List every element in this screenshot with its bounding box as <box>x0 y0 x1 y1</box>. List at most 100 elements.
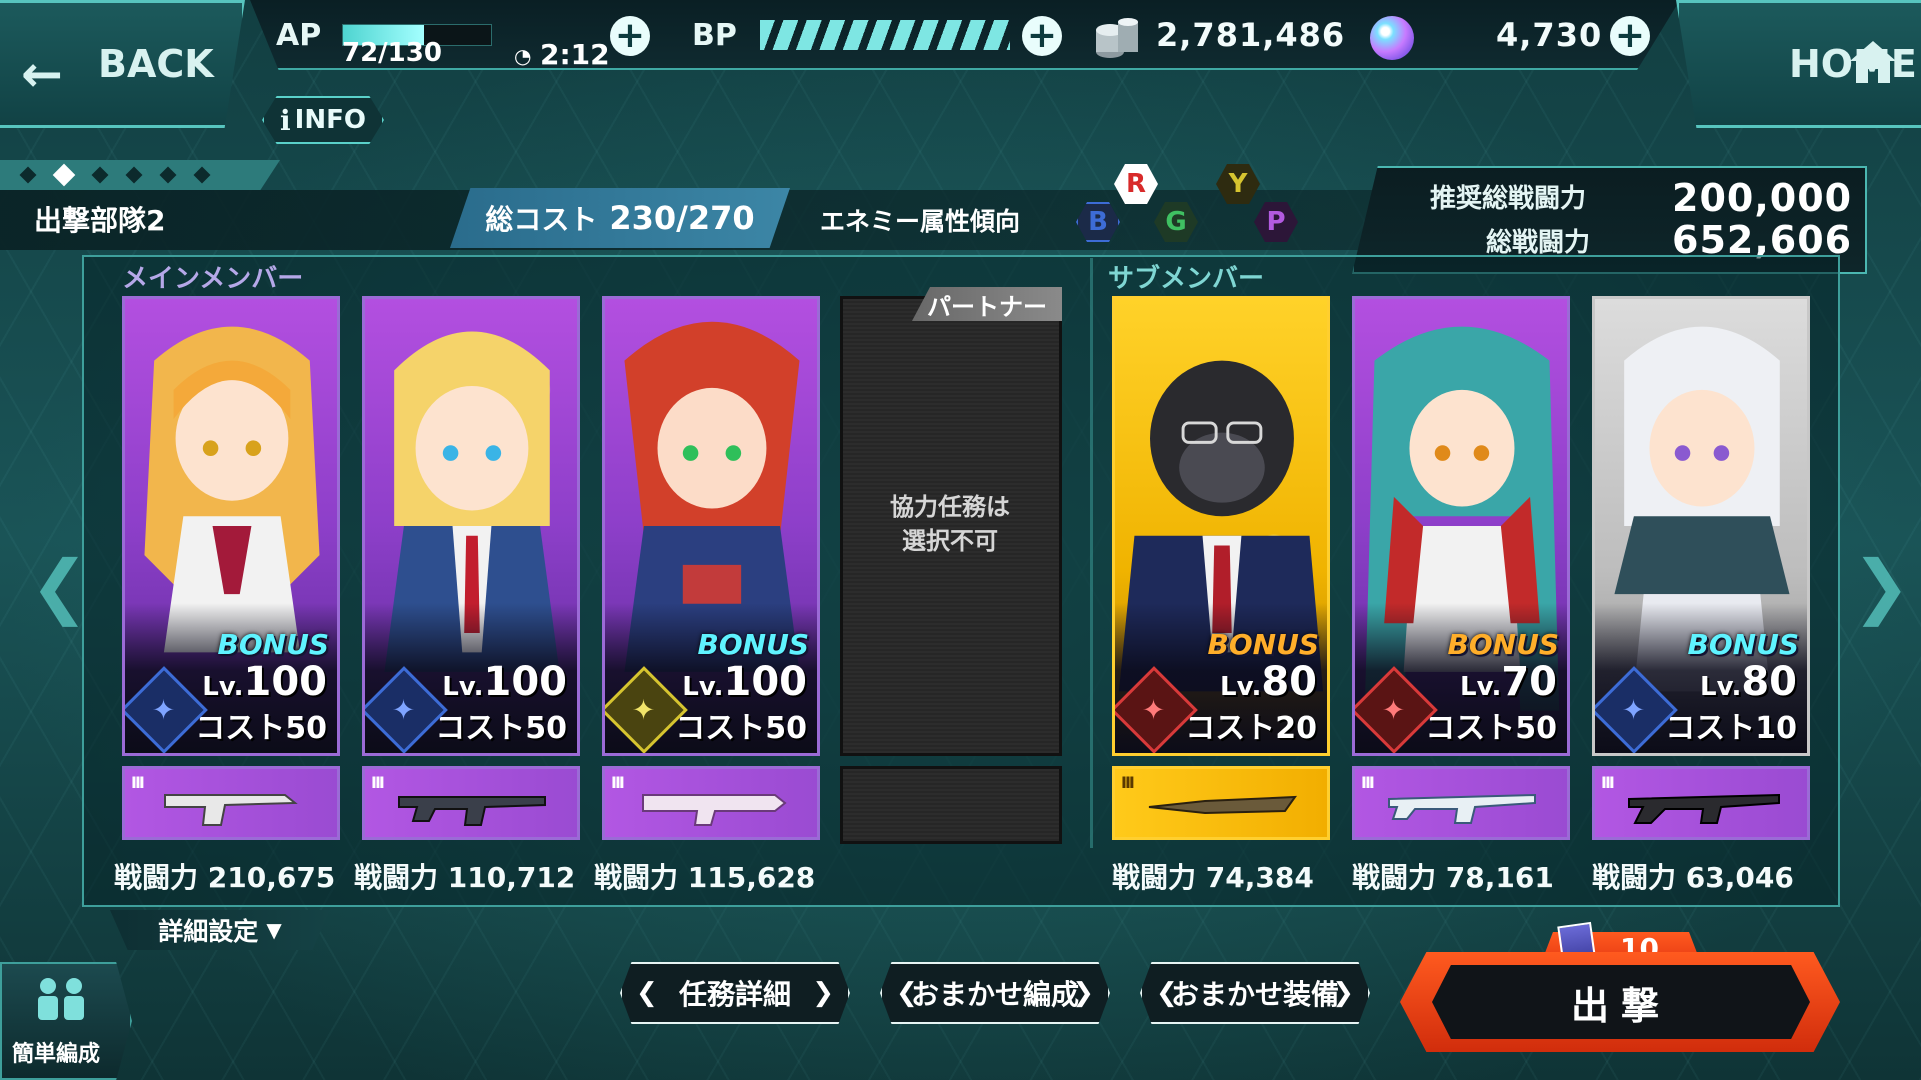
bonus-badge: BONUS <box>217 628 329 661</box>
member-power: 戦闘力 210,675 <box>114 861 336 894</box>
sub-members-label: サブメンバー <box>1108 264 1265 294</box>
gem-add-button[interactable]: + <box>1610 16 1650 56</box>
member-cost: コスト50 <box>675 711 807 746</box>
weapon-slot[interactable]: III <box>1592 766 1810 840</box>
recommended-power-label: 推奨総戦闘力 <box>1430 184 1587 214</box>
back-label: BACK <box>98 42 214 86</box>
level: Lv.80 <box>1700 659 1797 705</box>
member-cost: コスト50 <box>195 711 327 746</box>
clock-icon: ◔ <box>514 44 532 68</box>
mission-detail-button[interactable]: ❮ 任務詳細 ❯ <box>620 962 850 1024</box>
bonus-badge: BONUS <box>1447 628 1559 661</box>
coin-count: 2,781,486 <box>1156 16 1346 54</box>
member-card[interactable]: BONUS Lv.100 コスト50 ✦ <box>602 296 820 756</box>
total-power-row: 総戦闘力 <box>1486 222 1590 259</box>
launcher-icon <box>642 794 787 826</box>
bonus-badge: BONUS <box>1687 628 1799 661</box>
page-dot[interactable] <box>125 166 143 184</box>
sortie-button[interactable]: 出撃 <box>1432 965 1810 1039</box>
weapon-slot[interactable]: III <box>122 766 340 840</box>
member-power: 戦闘力 74,384 <box>1112 861 1314 894</box>
page-dot[interactable] <box>193 166 211 184</box>
page-dot[interactable] <box>19 166 37 184</box>
ap-value: 72/130 <box>342 38 442 68</box>
ap-label: AP <box>276 18 322 53</box>
chevron-left-icon: ❮ <box>636 978 658 1008</box>
back-arrow-icon: ← <box>21 45 63 103</box>
weapon-rank: III <box>1361 773 1375 792</box>
rifle-icon <box>1388 793 1536 824</box>
prev-team-arrow-icon[interactable]: ❮ <box>30 545 89 627</box>
back-button[interactable]: ← BACK <box>0 0 245 128</box>
level: Lv.70 <box>1460 659 1557 705</box>
total-cost-label: 総コスト <box>485 203 598 236</box>
bp-add-button[interactable]: + <box>1022 16 1062 56</box>
level: Lv.100 <box>442 659 567 705</box>
auto-team-label: おまかせ編成 <box>910 978 1079 1011</box>
chevron-down-icon: ▼ <box>266 918 282 942</box>
gem-icon <box>1370 16 1414 60</box>
team-icon <box>38 978 84 1020</box>
team-name: 出撃部隊2 <box>34 204 166 237</box>
total-cost-value: 230/270 <box>609 199 755 237</box>
auto-team-button[interactable]: ❮ おまかせ編成 ❯ <box>880 962 1110 1024</box>
detail-settings-button[interactable]: 詳細設定 ▼ <box>110 910 330 950</box>
easy-team-label: 簡単編成 <box>12 1042 101 1067</box>
recommended-power-value: 200,000 <box>1672 176 1853 220</box>
level: Lv.100 <box>202 659 327 705</box>
weapon-rank: III <box>1121 773 1135 792</box>
member-power: 戦闘力 78,161 <box>1352 861 1554 894</box>
bonus-badge: BONUS <box>697 628 809 661</box>
weapon-slot[interactable]: III <box>362 766 580 840</box>
auto-equip-button[interactable]: ❮ おまかせ装備 ❯ <box>1140 962 1370 1024</box>
chevron-right-icon: ❯ <box>812 978 834 1008</box>
partner-weapon-slot <box>840 766 1062 844</box>
gem-count: 4,730 <box>1496 16 1603 54</box>
page-dot-active[interactable] <box>52 163 76 187</box>
detail-settings-label: 詳細設定 <box>158 917 259 946</box>
assault-rifle-icon <box>398 796 546 826</box>
weapon-slot[interactable]: III <box>1112 766 1330 840</box>
weapon-slot[interactable]: III <box>602 766 820 840</box>
team-page-indicator <box>0 160 280 190</box>
recommended-power-row: 推奨総戦闘力 <box>1430 178 1586 215</box>
total-cost-box: 総コスト 230/270 <box>450 188 790 248</box>
pistol-icon <box>164 794 298 826</box>
page-dot[interactable] <box>159 166 177 184</box>
total-power-label: 総戦闘力 <box>1486 228 1591 258</box>
info-button[interactable]: ℹ INFO <box>262 96 384 144</box>
member-card[interactable]: BONUS Lv.80 コスト10 ✦ <box>1592 296 1810 756</box>
info-label: INFO <box>294 105 366 135</box>
weapon-rank: III <box>131 773 145 792</box>
home-button[interactable]: HOME <box>1676 0 1921 128</box>
member-cost: コスト50 <box>1425 711 1557 746</box>
auto-equip-label: おまかせ装備 <box>1170 978 1339 1011</box>
mission-detail-label: 任務詳細 <box>678 978 791 1011</box>
weapon-rank: III <box>1601 773 1615 792</box>
member-cost: コスト20 <box>1185 711 1317 746</box>
next-team-arrow-icon[interactable]: ❯ <box>1852 545 1911 627</box>
easy-team-button[interactable]: 簡単編成 <box>0 962 132 1080</box>
member-card[interactable]: BONUS Lv.100 コスト50 ✦ <box>122 296 340 756</box>
member-card[interactable]: BONUS Lv.80 コスト20 ✦ <box>1112 296 1330 756</box>
weapon-rank: III <box>371 773 385 792</box>
member-card[interactable]: BONUS Lv.70 コスト50 ✦ <box>1352 296 1570 756</box>
member-card[interactable]: Lv.100 コスト50 ✦ <box>362 296 580 756</box>
chevron-left-icon: ❮ <box>1156 978 1178 1008</box>
weapon-rank: III <box>611 773 625 792</box>
level: Lv.80 <box>1220 659 1317 705</box>
weapon-slot[interactable]: III <box>1352 766 1570 840</box>
ap-timer: 2:12 <box>540 38 610 71</box>
member-cost: コスト50 <box>435 711 567 746</box>
bp-label: BP <box>692 18 737 53</box>
ap-add-button[interactable]: + <box>610 16 650 56</box>
section-divider <box>1090 258 1093 848</box>
blade-icon <box>1148 795 1298 815</box>
partner-unavailable-text: 協力任務は 選択不可 <box>890 493 1010 555</box>
chevron-left-icon: ❮ <box>896 978 918 1008</box>
main-members-label: メインメンバー <box>122 264 304 294</box>
page-dot[interactable] <box>91 166 109 184</box>
info-icon: ℹ <box>280 103 291 137</box>
member-power: 戦闘力 110,712 <box>354 861 576 894</box>
chevron-right-icon: ❯ <box>1072 978 1094 1008</box>
